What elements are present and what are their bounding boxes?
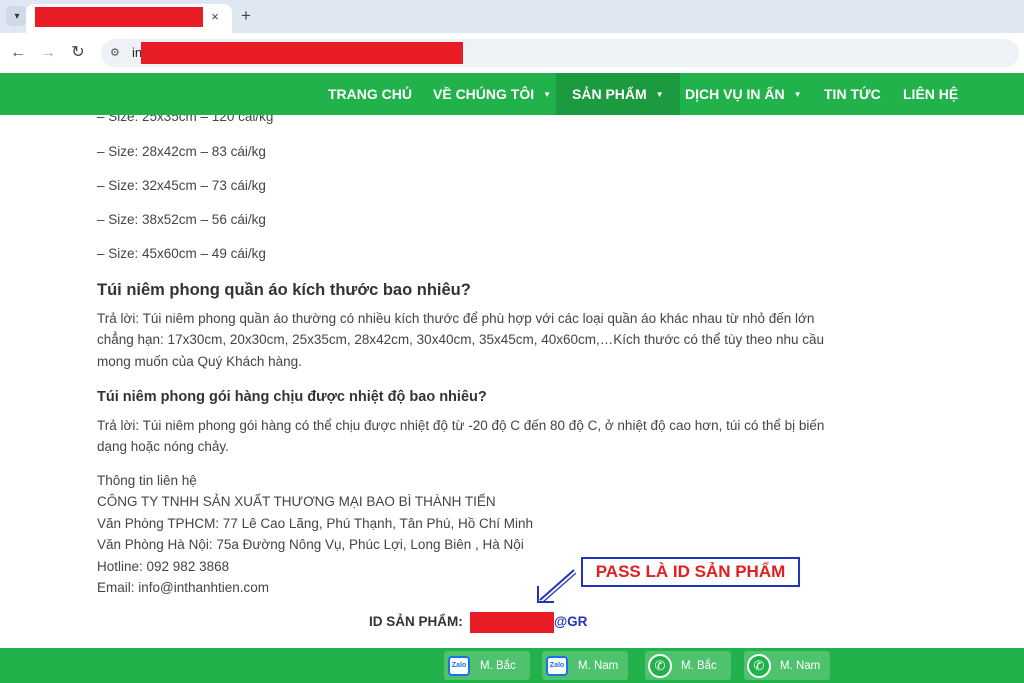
button-label: M. Bắc [480, 659, 516, 672]
faq-answer-line: mong muốn của Quý Khách hàng. [97, 354, 302, 369]
faq-answer-line: Trả lời: Túi niêm phong gói hàng có thể … [97, 418, 825, 433]
caret-down-icon: ▼ [655, 89, 664, 99]
chevron-down-icon[interactable]: ▾ [6, 6, 28, 26]
size-line: – Size: 25x35cm – 120 cái/kg [97, 115, 274, 124]
nav-item-home[interactable]: TRANG CHỦ [328, 73, 412, 115]
faq-answer-line: chẳng hạn: 17x30cm, 20x30cm, 25x35cm, 28… [97, 332, 825, 347]
faq-question: Túi niêm phong quần áo kích thước bao nh… [97, 281, 471, 299]
button-label: M. Nam [780, 659, 821, 672]
tab-title-redaction [35, 7, 203, 27]
nav-item-label: TIN TỨC [824, 86, 881, 102]
footer-contact-bar: Zalo M. Bắc Zalo M. Nam ✆ M. Bắc ✆ M. Na… [0, 648, 1024, 683]
phone-icon: ✆ [746, 653, 772, 678]
new-tab-button[interactable]: + [236, 6, 256, 26]
faq-answer-line: Trả lời: Túi niêm phong quần áo thường c… [97, 311, 815, 326]
zalo-north-button[interactable]: Zalo M. Bắc [444, 651, 530, 680]
nav-item-print-services[interactable]: DỊCH VỤ IN ẤN ▼ [685, 73, 801, 115]
email: Email: info@inthanhtien.com [97, 580, 270, 595]
url-redaction [141, 42, 463, 64]
product-id-label: ID SẢN PHẨM: [369, 614, 463, 629]
nav-item-contact[interactable]: LIÊN HỆ [903, 73, 958, 115]
size-line: – Size: 28x42cm – 83 cái/kg [97, 144, 266, 159]
button-label: M. Bắc [681, 659, 717, 672]
company-name: CÔNG TY TNHH SẢN XUẤT THƯƠNG MẠI BAO BÌ … [97, 494, 496, 509]
nav-item-label: TRANG CHỦ [328, 86, 412, 102]
nav-item-news[interactable]: TIN TỨC [824, 73, 881, 115]
office-hcm: Văn Phòng TPHCM: 77 Lê Cao Lãng, Phú Thạ… [97, 516, 534, 531]
size-line: – Size: 45x60cm – 49 cái/kg [97, 246, 266, 261]
close-icon[interactable]: × [206, 8, 224, 26]
nav-item-label: SẢN PHẨM [572, 86, 647, 102]
site-navigation: TRANG CHỦ VỀ CHÚNG TÔI ▼ SẢN PHẨM ▼ DỊCH… [0, 73, 1024, 115]
size-line: – Size: 32x45cm – 73 cái/kg [97, 178, 266, 193]
zalo-icon-text: Zalo [448, 655, 470, 676]
office-hn: Văn Phòng Hà Nội: 75a Đường Nông Vụ, Phú… [97, 537, 524, 552]
size-list-clip: – Size: 25x35cm – 120 cái/kg [0, 115, 1024, 135]
nav-item-products[interactable]: SẢN PHẨM ▼ [556, 73, 680, 115]
browser-tab[interactable]: × [26, 4, 232, 33]
call-north-button[interactable]: ✆ M. Bắc [645, 651, 731, 680]
hotline: Hotline: 092 982 3868 [97, 559, 230, 574]
button-label: M. Nam [578, 659, 619, 672]
size-line: – Size: 38x52cm – 56 cái/kg [97, 212, 266, 227]
contact-heading: Thông tin liên hệ [97, 473, 197, 488]
faq-question: Túi niêm phong gói hàng chịu được nhiệt … [97, 389, 487, 405]
product-id-suffix: @GR [554, 614, 588, 629]
browser-toolbar: ← → ↻ ⚙ in [0, 33, 1024, 73]
nav-item-about[interactable]: VỀ CHÚNG TÔI ▼ [433, 73, 551, 115]
zalo-icon: Zalo [446, 654, 472, 678]
pass-annotation-callout: PASS LÀ ID SẢN PHẨM [581, 557, 800, 587]
nav-item-label: VỀ CHÚNG TÔI [433, 86, 535, 102]
back-arrow-icon[interactable]: ← [7, 42, 29, 64]
reload-icon[interactable]: ↻ [67, 42, 89, 64]
site-info-icon[interactable]: ⚙ [110, 46, 124, 60]
nav-item-label: LIÊN HỆ [903, 86, 959, 102]
nav-item-label: DỊCH VỤ IN ẤN [685, 86, 785, 102]
caret-down-icon: ▼ [543, 89, 552, 99]
forward-arrow-icon[interactable]: → [37, 42, 59, 64]
phone-icon: ✆ [647, 653, 673, 678]
call-south-button[interactable]: ✆ M. Nam [744, 651, 830, 680]
product-id-redaction [470, 612, 554, 633]
address-bar[interactable]: ⚙ in [101, 39, 1019, 67]
zalo-icon: Zalo [544, 654, 570, 678]
zalo-south-button[interactable]: Zalo M. Nam [542, 651, 628, 680]
faq-answer-line: dạng hoặc nóng chảy. [97, 439, 229, 454]
annotation-arrow-icon [537, 569, 577, 603]
zalo-icon-text: Zalo [546, 655, 568, 676]
caret-down-icon: ▼ [793, 89, 802, 99]
browser-tabstrip: ▾ × + [0, 0, 1024, 33]
